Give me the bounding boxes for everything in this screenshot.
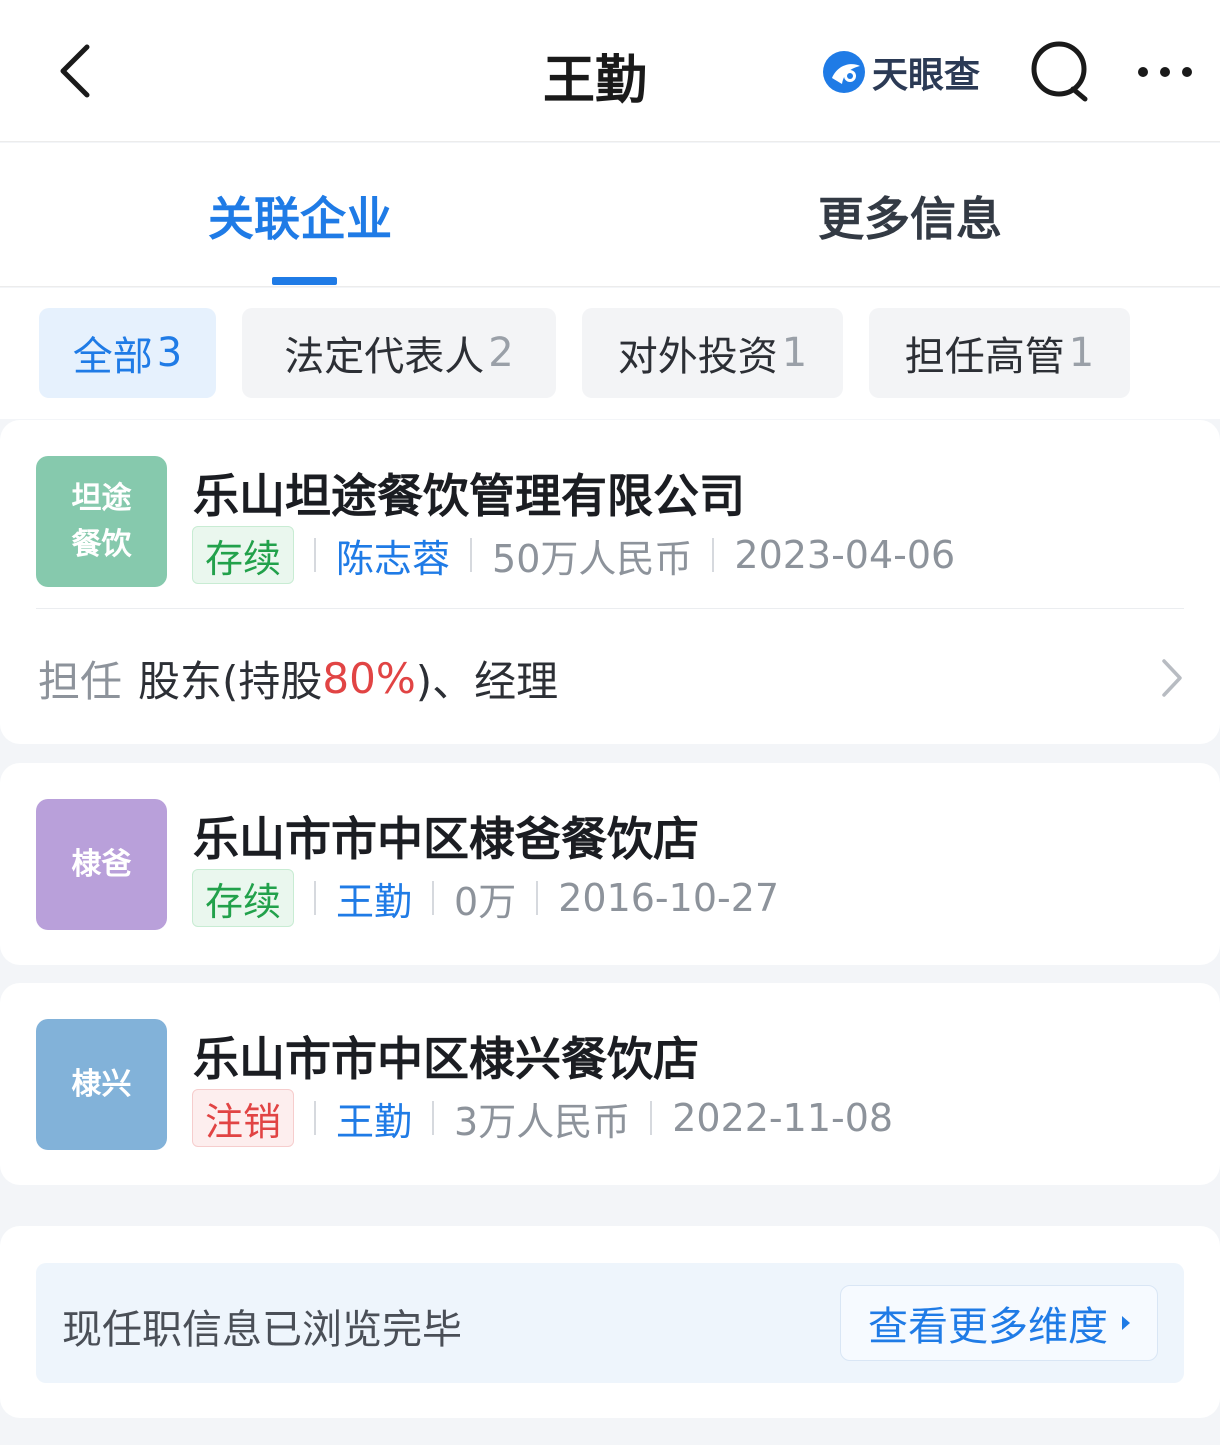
meta-separator bbox=[712, 538, 715, 572]
filter-chip-label: 对外投资 bbox=[617, 334, 778, 380]
tab-bar: 关联企业 更多信息 bbox=[0, 143, 1220, 287]
role-label: 担任 bbox=[38, 656, 123, 706]
end-of-list-text: 现任职信息已浏览完毕 bbox=[62, 1307, 462, 1353]
meta-separator bbox=[432, 881, 435, 915]
filter-chip-count: 1 bbox=[781, 330, 808, 376]
meta-separator bbox=[314, 1101, 317, 1135]
meta-separator bbox=[650, 1101, 653, 1135]
chevron-right-icon bbox=[1162, 659, 1182, 697]
filter-chip-legal-rep[interactable]: 法定代表人 2 bbox=[242, 308, 556, 398]
brand-logo[interactable]: 天眼查 bbox=[820, 42, 980, 102]
filter-chip-label: 担任高管 bbox=[904, 334, 1065, 380]
meta-separator bbox=[314, 881, 317, 915]
more-menu-button[interactable] bbox=[1130, 44, 1200, 100]
registered-capital: 3万人民币 bbox=[454, 1099, 631, 1144]
company-name[interactable]: 乐山市市中区棣兴餐饮店 bbox=[193, 1023, 699, 1089]
meta-separator bbox=[536, 881, 539, 915]
end-of-list-box: 现任职信息已浏览完毕 查看更多维度 bbox=[36, 1263, 1184, 1383]
established-date: 2023-04-06 bbox=[734, 533, 956, 577]
status-badge: 存续 bbox=[192, 869, 295, 927]
established-date: 2016-10-27 bbox=[558, 876, 780, 920]
filter-chip-executive[interactable]: 担任高管 1 bbox=[869, 308, 1130, 398]
company-meta: 注销 王勤 3万人民币 2022-11-08 bbox=[192, 1089, 893, 1147]
logo-text-line: 棣爸 bbox=[71, 846, 132, 882]
meta-separator bbox=[314, 538, 317, 572]
tab-more-info[interactable]: 更多信息 bbox=[818, 183, 1002, 249]
company-card[interactable]: 棣爸 乐山市市中区棣爸餐饮店 存续 王勤 0万 2016-10-27 bbox=[0, 763, 1220, 965]
logo-text-line: 坦途 bbox=[71, 480, 132, 516]
filter-chip-all[interactable]: 全部 3 bbox=[39, 308, 216, 398]
registered-capital: 50万人民币 bbox=[492, 536, 693, 581]
company-meta: 存续 陈志蓉 50万人民币 2023-04-06 bbox=[192, 526, 955, 584]
tab-related-companies[interactable]: 关联企业 bbox=[208, 183, 392, 249]
company-name[interactable]: 乐山市市中区棣爸餐饮店 bbox=[193, 803, 699, 869]
filter-chip-investment[interactable]: 对外投资 1 bbox=[582, 308, 843, 398]
status-badge: 注销 bbox=[192, 1089, 295, 1147]
company-card[interactable]: 棣兴 乐山市市中区棣兴餐饮店 注销 王勤 3万人民币 2022-11-08 bbox=[0, 983, 1220, 1185]
role-row[interactable]: 担任 股东(持股 80%)、经理 bbox=[38, 628, 1184, 728]
more-dots-icon bbox=[1138, 67, 1192, 77]
card-divider bbox=[36, 608, 1184, 609]
filter-chip-label: 全部 bbox=[72, 334, 153, 380]
filter-chip-count: 1 bbox=[1068, 330, 1095, 376]
active-tab-indicator bbox=[272, 277, 337, 285]
view-more-dimensions-label: 查看更多维度 bbox=[868, 1304, 1108, 1350]
role-text-post: )、经理 bbox=[415, 656, 559, 706]
triangle-right-icon bbox=[1122, 1316, 1130, 1330]
established-date: 2022-11-08 bbox=[672, 1096, 894, 1140]
share-percentage: 80% bbox=[322, 653, 416, 703]
company-logo: 棣爸 bbox=[36, 799, 167, 930]
legal-rep-link[interactable]: 王勤 bbox=[336, 1091, 412, 1146]
filter-bar: 全部 3 法定代表人 2 对外投资 1 担任高管 1 bbox=[0, 288, 1220, 419]
filter-chip-count: 2 bbox=[488, 330, 514, 376]
logo-text-line: 餐饮 bbox=[71, 526, 132, 562]
filter-chip-label: 法定代表人 bbox=[284, 334, 485, 380]
brand-name: 天眼查 bbox=[872, 55, 981, 96]
search-button[interactable] bbox=[1024, 36, 1096, 108]
search-icon bbox=[1031, 41, 1088, 102]
top-bar: 王勤 天眼查 bbox=[0, 0, 1220, 142]
legal-rep-link[interactable]: 陈志蓉 bbox=[336, 528, 450, 583]
company-name[interactable]: 乐山坦途餐饮管理有限公司 bbox=[193, 460, 745, 526]
page-title: 王勤 bbox=[542, 51, 647, 111]
registered-capital: 0万 bbox=[454, 879, 517, 924]
meta-separator bbox=[470, 538, 473, 572]
meta-separator bbox=[432, 1101, 435, 1135]
tianyancha-logo-icon bbox=[823, 51, 865, 93]
filter-chip-count: 3 bbox=[156, 330, 183, 376]
logo-text-line: 棣兴 bbox=[71, 1066, 132, 1102]
legal-rep-link[interactable]: 王勤 bbox=[336, 871, 412, 926]
company-meta: 存续 王勤 0万 2016-10-27 bbox=[192, 869, 779, 927]
company-logo: 坦途 餐饮 bbox=[36, 456, 167, 587]
company-card[interactable]: 坦途 餐饮 乐山坦途餐饮管理有限公司 存续 陈志蓉 50万人民币 2023-04… bbox=[0, 420, 1220, 744]
end-of-list-card: 现任职信息已浏览完毕 查看更多维度 bbox=[0, 1226, 1220, 1418]
role-text-pre: 股东(持股 bbox=[138, 656, 323, 706]
status-badge: 存续 bbox=[192, 526, 295, 584]
company-logo: 棣兴 bbox=[36, 1019, 167, 1150]
view-more-dimensions-button[interactable]: 查看更多维度 bbox=[840, 1285, 1158, 1361]
